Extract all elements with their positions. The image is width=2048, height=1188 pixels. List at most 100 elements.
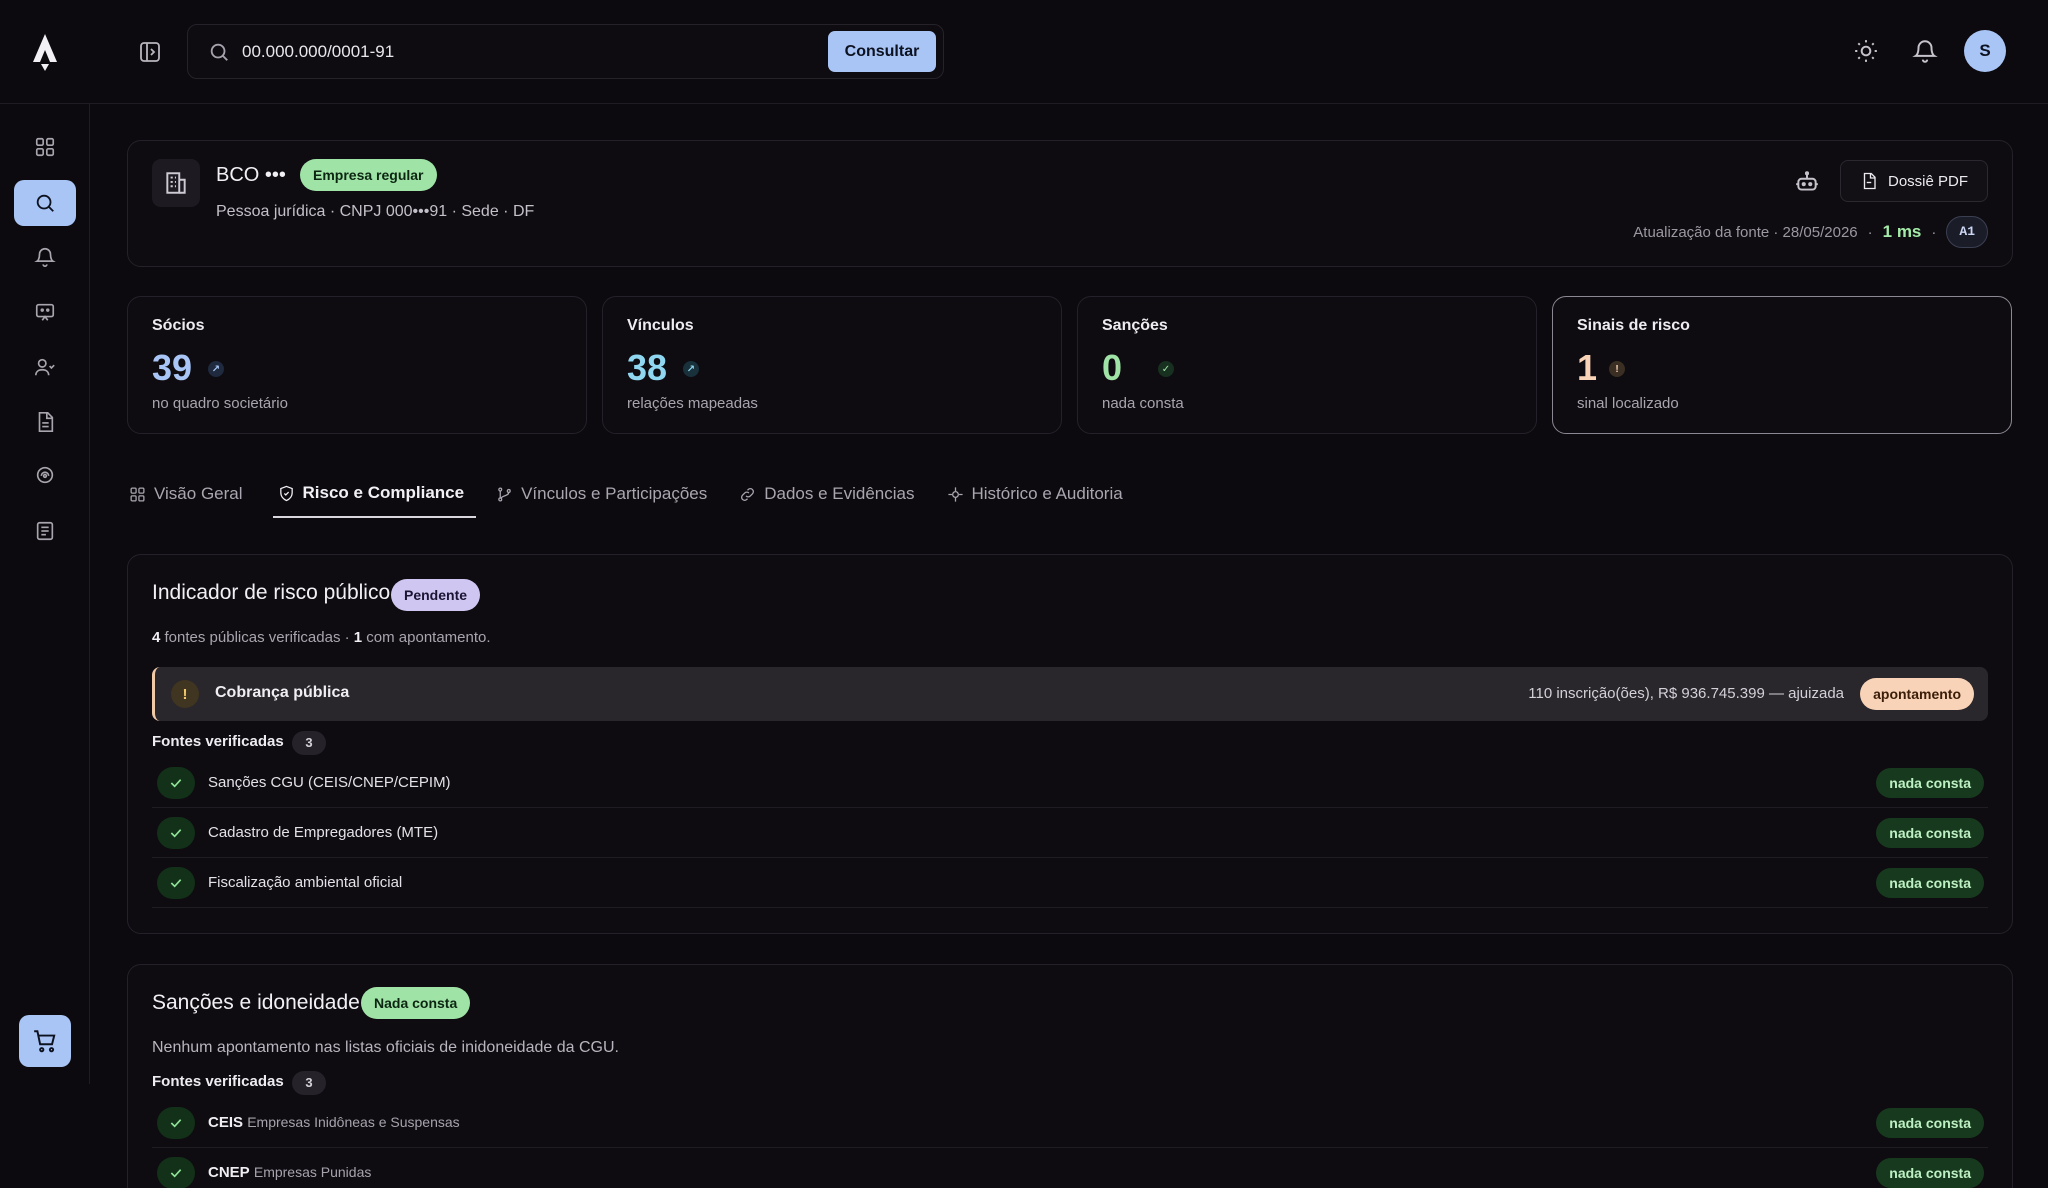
sanctions-card: Sanções e idoneidade Nada consta Nenhum …: [127, 964, 2013, 1188]
bell-icon: [34, 248, 56, 267]
check-circle-icon: ✓: [1158, 361, 1174, 377]
stat-label: Sócios: [152, 317, 205, 334]
company-header-card: BCO ••• Empresa regular Pessoa jurídica …: [127, 140, 2013, 267]
shield-icon: [279, 485, 293, 501]
source-update-line: Atualização da fonte · 28/05/2026 · 1 ms…: [1633, 215, 1988, 249]
findings-count: 1: [353, 629, 363, 646]
check-icon: [157, 817, 195, 849]
sidebar-toggle-icon[interactable]: [138, 40, 162, 64]
status-badge: nada consta: [1876, 818, 1984, 848]
chat-icon: [35, 303, 55, 321]
alert-detail: 110 inscrição(ões), R$ 936.745.399 — aju…: [1528, 685, 1844, 702]
sidebar-item-monitor[interactable]: [14, 452, 76, 498]
notifications-bell-icon[interactable]: [1912, 38, 1938, 64]
sidebar-item-search[interactable]: [14, 180, 76, 226]
stat-sub: relações mapeadas: [627, 395, 758, 412]
summary-text: com apontamento.: [362, 629, 491, 646]
target-icon: [947, 486, 963, 502]
grid-icon: [130, 486, 145, 502]
shield-icon: [36, 466, 54, 484]
check-icon: [157, 1157, 195, 1188]
source-desc: Empresas Punidas: [253, 1164, 372, 1180]
sidebar-item-alerts[interactable]: [14, 234, 76, 280]
company-subtitle: Pessoa jurídica · CNPJ 000•••91 · Sede ·…: [216, 203, 535, 220]
company-name: BCO •••: [216, 164, 286, 186]
stat-label: Vínculos: [627, 317, 694, 334]
verified-sources-count: 3: [292, 1071, 326, 1095]
stat-card-vinculos[interactable]: Vínculos 38 ↗ relações mapeadas: [602, 296, 1062, 434]
cart-icon: [34, 1030, 56, 1053]
tab-dados-e-evidencias[interactable]: Dados e Evidências: [737, 470, 926, 518]
source-row[interactable]: Fiscalização ambiental oficial nada cons…: [152, 858, 1988, 908]
search-icon: [210, 43, 228, 61]
stat-sub: sinal localizado: [1577, 395, 1679, 412]
alert-circle-icon: !: [1609, 361, 1625, 377]
summary-text: fontes públicas verificadas ·: [160, 629, 354, 646]
dossier-pdf-button[interactable]: Dossiê PDF: [1840, 160, 1988, 202]
source-row[interactable]: Cadastro de Empregadores (MTE) nada cons…: [152, 808, 1988, 858]
dossier-pdf-label: Dossiê PDF: [1887, 172, 1969, 190]
source-update-text: Atualização da fonte · 28/05/2026: [1633, 223, 1858, 241]
source-name: Fiscalização ambiental oficial: [208, 874, 403, 891]
sidebar-item-reports[interactable]: [14, 508, 76, 554]
stat-card-sancoes[interactable]: Sanções 0 ✓ nada consta: [1077, 296, 1537, 434]
user-avatar[interactable]: S: [1964, 30, 2006, 72]
source-code: CEIS: [208, 1114, 244, 1131]
sidebar-item-documents[interactable]: [14, 399, 76, 445]
tab-bar: Visão Geral Risco e Compliance Vínculos …: [127, 470, 1153, 518]
theme-sun-icon[interactable]: [1853, 38, 1879, 64]
source-desc: Empresas Inidôneas e Suspensas: [247, 1114, 460, 1130]
sidebar-item-chat[interactable]: [14, 289, 76, 335]
file-icon: [1863, 172, 1876, 190]
separator: ·: [1867, 223, 1873, 241]
status-badge: nada consta: [1876, 1158, 1984, 1188]
stat-value: 1: [1577, 347, 1598, 388]
sanctions-title: Sanções e idoneidade: [152, 991, 360, 1014]
source-code: CNEP: [208, 1164, 250, 1181]
warning-icon: !: [171, 680, 199, 708]
stat-card-socios[interactable]: Sócios 39 ↗ no quadro societário: [127, 296, 587, 434]
top-bar: Consultar S: [0, 0, 2048, 104]
building-icon: [152, 159, 200, 207]
finding-badge: apontamento: [1860, 678, 1974, 710]
source-name: Cadastro de Empregadores (MTE): [208, 824, 439, 841]
tab-risco-e-compliance[interactable]: Risco e Compliance: [272, 470, 477, 518]
stat-value: 0: [1102, 347, 1123, 388]
grid-icon: [35, 137, 55, 157]
document-icon: [38, 412, 54, 432]
latency-value: 1 ms: [1882, 222, 1922, 241]
pending-badge: Pendente: [391, 579, 481, 611]
tab-vinculos-e-participacoes[interactable]: Vínculos e Participações: [494, 470, 719, 518]
level-badge: A1: [1946, 216, 1988, 248]
stat-card-sinais-de-risco[interactable]: Sinais de risco 1 ! sinal localizado: [1552, 296, 2012, 434]
alert-title: Cobrança pública: [215, 684, 350, 701]
check-icon: [157, 1107, 195, 1139]
logo-icon[interactable]: [30, 32, 60, 72]
status-badge: nada consta: [1876, 1108, 1984, 1138]
source-row[interactable]: CEIS Empresas Inidôneas e Suspensas nada…: [152, 1098, 1988, 1148]
source-row[interactable]: Sanções CGU (CEIS/CNEP/CEPIM) nada const…: [152, 758, 1988, 808]
stat-label: Sinais de risco: [1577, 317, 1690, 334]
risk-summary: 4 fontes públicas verificadas · 1 com ap…: [152, 629, 491, 646]
robot-icon[interactable]: [1794, 169, 1820, 195]
cnpj-search-input[interactable]: [242, 35, 802, 69]
tab-label: Risco e Compliance: [302, 483, 465, 502]
search-icon: [36, 194, 54, 212]
separator: ·: [1931, 223, 1937, 241]
check-icon: [157, 867, 195, 899]
verified-sources-label: Fontes verificadas: [152, 1073, 284, 1090]
tab-visao-geral[interactable]: Visão Geral: [127, 470, 255, 518]
tab-historico-e-auditoria[interactable]: Histórico e Auditoria: [945, 470, 1135, 518]
alert-row-cobranca[interactable]: ! Cobrança pública 110 inscrição(ões), R…: [152, 667, 1988, 721]
list-icon: [36, 521, 54, 541]
tab-label: Dados e Evidências: [764, 484, 915, 503]
tab-label: Vínculos e Participações: [521, 484, 708, 503]
consult-button[interactable]: Consultar: [828, 31, 936, 72]
source-row[interactable]: CNEP Empresas Punidas nada consta: [152, 1148, 1988, 1188]
status-badge: nada consta: [1876, 868, 1984, 898]
sidebar-item-dashboard[interactable]: [14, 124, 76, 170]
sidebar-item-users[interactable]: [14, 344, 76, 390]
verified-sources-count: 3: [292, 731, 326, 755]
source-name: CNEP Empresas Punidas: [208, 1164, 371, 1181]
cart-button[interactable]: [19, 1015, 71, 1067]
